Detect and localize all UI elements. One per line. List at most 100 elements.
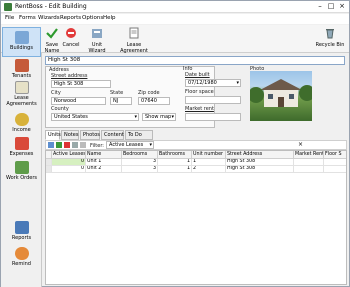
expenses-icon bbox=[14, 137, 29, 150]
sidebar-item-label: Reports bbox=[11, 235, 32, 241]
cell-bedrooms[interactable]: 3 bbox=[122, 159, 158, 166]
tab-content[interactable]: Content bbox=[101, 130, 124, 140]
chevron-down-icon: ▾ bbox=[171, 114, 174, 120]
lease-agreement-button[interactable]: Lease Agreement bbox=[113, 27, 155, 54]
sidebar-item-tenants[interactable]: Tenants bbox=[2, 59, 41, 79]
city-input[interactable]: Norwood bbox=[51, 97, 106, 105]
cell-floor-space[interactable] bbox=[324, 159, 346, 166]
cell-market-rent[interactable] bbox=[294, 159, 324, 166]
cell-active-leases[interactable]: 0 bbox=[52, 159, 86, 166]
building-name-input[interactable]: High St 308 bbox=[45, 56, 345, 65]
document-icon bbox=[129, 27, 139, 39]
state-input[interactable]: NJ bbox=[110, 97, 132, 105]
menu-file[interactable]: File bbox=[5, 15, 14, 21]
date-built-input[interactable]: 07/12/1980 ▾ bbox=[185, 79, 241, 87]
column-header-bathrooms[interactable]: Bathrooms bbox=[158, 151, 192, 159]
floor-space-label: Floor space bbox=[185, 89, 214, 95]
cancel-button[interactable]: Cancel bbox=[62, 27, 80, 48]
cell-name[interactable]: Unit 2 bbox=[86, 166, 122, 173]
column-header-active-leases[interactable]: Active Leases bbox=[52, 151, 86, 159]
cell-street-address[interactable]: High St 308 bbox=[226, 159, 294, 166]
zip-label: Zip code bbox=[138, 90, 160, 96]
menu-forms[interactable]: Forms bbox=[19, 15, 36, 21]
column-header-street-address[interactable]: Street Address bbox=[226, 151, 294, 159]
sidebar-item-label: Income bbox=[12, 127, 31, 133]
cell-street-address[interactable]: High St 308 bbox=[226, 166, 294, 173]
tab-to-do-list[interactable]: To Do List bbox=[125, 130, 153, 146]
sidebar-item-expenses[interactable]: Expenses bbox=[2, 137, 41, 157]
tab-notes[interactable]: Notes bbox=[61, 130, 79, 140]
sidebar-item-lease-agreements[interactable]: Lease Agreements bbox=[2, 81, 41, 107]
income-icon bbox=[14, 113, 29, 126]
zip-input[interactable]: 07640 bbox=[138, 97, 170, 105]
street-input[interactable]: High St 308 bbox=[51, 80, 111, 88]
show-map-button[interactable]: Show map ▾ bbox=[142, 113, 176, 121]
column-header-market-rent[interactable]: Market Rent bbox=[294, 151, 324, 159]
maximize-icon[interactable]: □ bbox=[326, 2, 336, 11]
sidebar-item-label: Expenses bbox=[9, 151, 34, 157]
menu-options[interactable]: Options bbox=[82, 15, 103, 21]
remind-icon bbox=[14, 247, 29, 260]
unit-wizard-button[interactable]: Unit Wizard bbox=[83, 27, 111, 54]
cell-bathrooms[interactable]: 1 bbox=[158, 166, 192, 173]
reports-icon bbox=[14, 221, 29, 234]
tab-photos[interactable]: Photos bbox=[80, 130, 100, 140]
refresh-icon[interactable] bbox=[80, 142, 86, 148]
close-icon[interactable]: × bbox=[337, 2, 347, 11]
menu-help[interactable]: Help bbox=[103, 15, 116, 21]
filter-label: Filter: bbox=[90, 143, 104, 149]
market-rent-input[interactable] bbox=[185, 113, 241, 121]
column-header-unit-number[interactable]: Unit number bbox=[192, 151, 226, 159]
menu-wizards[interactable]: Wizards bbox=[38, 15, 60, 21]
column-header-name[interactable]: Name bbox=[86, 151, 122, 159]
grid-toolbar: Filter: Active Leases ▾ × bbox=[45, 140, 347, 150]
country-select[interactable]: United States ▾ bbox=[51, 113, 139, 121]
cell-active-leases[interactable]: 0 bbox=[52, 166, 86, 173]
unit-wizard-label: Unit Wizard bbox=[88, 42, 106, 54]
building-photo[interactable] bbox=[250, 71, 312, 121]
menu-bar: File Forms Wizards Reports Options Help bbox=[1, 14, 349, 24]
cell-floor-space[interactable] bbox=[324, 166, 346, 173]
new-record-icon[interactable] bbox=[48, 142, 54, 148]
recycle-bin-label: Recycle Bin bbox=[315, 42, 345, 48]
street-label: Street address bbox=[51, 73, 88, 79]
sidebar-item-income[interactable]: Income bbox=[2, 113, 41, 133]
column-header-floor-space[interactable]: Floor S bbox=[324, 151, 346, 159]
tab-units[interactable]: Units bbox=[45, 130, 61, 140]
chevron-down-icon: ▾ bbox=[149, 142, 152, 148]
sidebar-item-remind[interactable]: Remind bbox=[2, 247, 41, 267]
state-label: State bbox=[110, 90, 124, 96]
wizard-icon bbox=[92, 29, 102, 38]
cell-unit-number[interactable]: 2 bbox=[192, 166, 226, 173]
cell-name[interactable]: Unit 1 bbox=[86, 159, 122, 166]
delete-record-icon[interactable] bbox=[64, 142, 70, 148]
window-title: RentBoss - Edit Building bbox=[15, 3, 87, 10]
column-header-bedrooms[interactable]: Bedrooms bbox=[122, 151, 158, 159]
work-orders-icon bbox=[14, 161, 29, 174]
cell-bathrooms[interactable]: 1 bbox=[158, 159, 192, 166]
menu-reports[interactable]: Reports bbox=[60, 15, 81, 21]
filter-select[interactable]: Active Leases ▾ bbox=[106, 141, 154, 149]
save-button[interactable]: Save Name bbox=[44, 27, 60, 54]
chevron-down-icon: ▾ bbox=[134, 114, 137, 120]
sidebar-item-work-orders[interactable]: Work Orders bbox=[2, 161, 41, 181]
sidebar-item-buildings[interactable]: Buildings bbox=[2, 27, 41, 57]
sidebar-item-reports[interactable]: Reports bbox=[2, 221, 41, 241]
floor-space-input[interactable] bbox=[185, 96, 241, 104]
city-label: City bbox=[51, 90, 61, 96]
chevron-down-icon: ▾ bbox=[236, 80, 239, 86]
sidebar: Buildings Tenants Lease Agreements Incom… bbox=[1, 27, 42, 287]
recycle-bin-button[interactable]: Recycle Bin bbox=[315, 27, 345, 48]
info-group: Info Date built 07/12/1980 ▾ Floor space … bbox=[181, 66, 245, 128]
edit-building-panel: High St 308 Address Street address High … bbox=[43, 54, 349, 286]
app-icon bbox=[4, 3, 12, 11]
house-photo-image bbox=[250, 79, 312, 107]
save-record-icon[interactable] bbox=[72, 142, 78, 148]
minimize-icon[interactable]: – bbox=[315, 2, 325, 11]
sidebar-item-label: Lease Agreements bbox=[6, 95, 37, 107]
cell-unit-number[interactable]: 1 bbox=[192, 159, 226, 166]
cell-market-rent[interactable] bbox=[294, 166, 324, 173]
clear-filter-icon[interactable]: × bbox=[298, 141, 303, 148]
edit-record-icon[interactable] bbox=[56, 142, 62, 148]
cell-bedrooms[interactable]: 3 bbox=[122, 166, 158, 173]
